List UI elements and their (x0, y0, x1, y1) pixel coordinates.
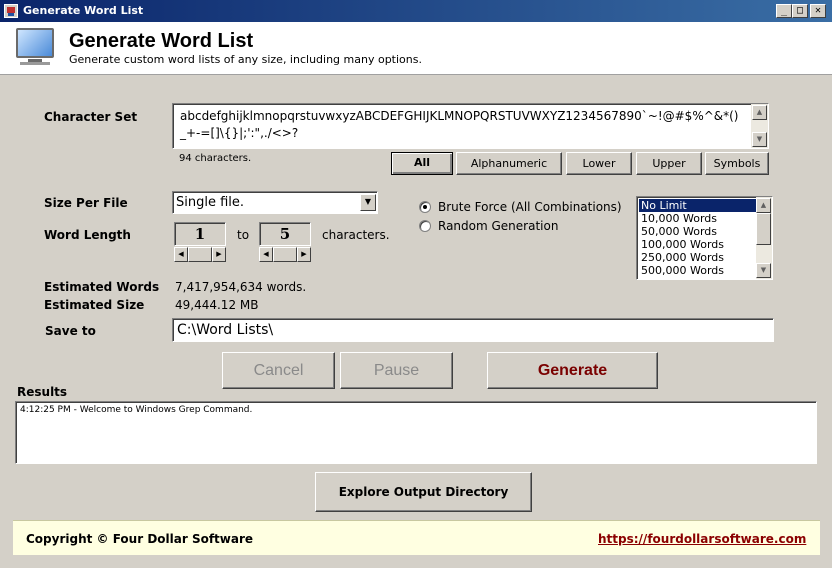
window-title: Generate Word List (23, 4, 144, 17)
word-length-min[interactable]: 1 (174, 222, 226, 246)
generate-button[interactable]: Generate (487, 352, 658, 389)
random-generation-radio[interactable] (419, 220, 431, 232)
brute-force-radio[interactable] (419, 201, 431, 213)
word-length-label: Word Length (44, 228, 131, 242)
close-button[interactable]: ✕ (810, 4, 826, 18)
results-log-line: 4:12:25 PM - Welcome to Windows Grep Com… (20, 405, 253, 415)
cancel-button[interactable]: Cancel (222, 352, 335, 389)
list-item[interactable]: 500,000 Words (639, 264, 757, 277)
scroll-down-arrow-icon[interactable]: ▼ (756, 263, 771, 278)
scroll-up-arrow-icon[interactable]: ▲ (752, 105, 767, 120)
charset-all-button[interactable]: All (391, 152, 453, 175)
footer-bar: Copyright © Four Dollar Software https:/… (13, 520, 820, 555)
charset-count: 94 characters. (179, 153, 252, 164)
word-length-max[interactable]: 5 (259, 222, 311, 246)
header-panel: Generate Word List Generate custom word … (0, 22, 832, 75)
min-scroll-thumb[interactable] (188, 247, 212, 262)
min-decrease-arrow-icon[interactable]: ◀ (174, 247, 188, 262)
list-item[interactable]: No Limit (639, 199, 757, 212)
scroll-down-arrow-icon[interactable]: ▼ (752, 132, 767, 147)
max-scroll-thumb[interactable] (273, 247, 297, 262)
save-to-input[interactable]: C:\Word Lists\ (172, 318, 774, 342)
charset-upper-button[interactable]: Upper (636, 152, 702, 175)
scroll-up-arrow-icon[interactable]: ▲ (756, 198, 771, 213)
minimize-button[interactable]: _ (776, 4, 792, 18)
max-increase-arrow-icon[interactable]: ▶ (297, 247, 311, 262)
charset-label: Character Set (44, 110, 138, 124)
website-link[interactable]: https://fourdollarsoftware.com (598, 532, 806, 546)
results-log[interactable]: 4:12:25 PM - Welcome to Windows Grep Com… (15, 401, 817, 464)
results-label: Results (17, 385, 68, 399)
list-item[interactable]: 10,000 Words (639, 212, 757, 225)
monitor-icon (16, 28, 54, 58)
estimated-size-value: 49,444.12 MB (175, 298, 259, 312)
charset-symbols-button[interactable]: Symbols (705, 152, 769, 175)
app-icon (4, 4, 18, 18)
brute-force-label[interactable]: Brute Force (All Combinations) (438, 200, 622, 214)
chevron-down-icon[interactable]: ▼ (360, 194, 376, 211)
maximize-button[interactable]: □ (792, 4, 808, 18)
max-decrease-arrow-icon[interactable]: ◀ (259, 247, 273, 262)
charset-lower-button[interactable]: Lower (566, 152, 632, 175)
limit-list-scroll-thumb[interactable] (756, 213, 771, 245)
save-to-label: Save to (45, 324, 96, 338)
estimated-words-value: 7,417,954,634 words. (175, 280, 307, 294)
list-item[interactable]: 50,000 Words (639, 225, 757, 238)
word-length-suffix: characters. (322, 228, 390, 242)
title-bar[interactable]: Generate Word List _ □ ✕ (0, 0, 832, 22)
save-to-value: C:\Word Lists\ (177, 322, 274, 338)
size-per-file-select[interactable]: Single file. ▼ (172, 191, 378, 214)
copyright-text: Copyright © Four Dollar Software (26, 532, 254, 546)
size-per-file-value: Single file. (176, 195, 245, 210)
list-item[interactable]: 250,000 Words (639, 251, 757, 264)
charset-input[interactable]: abcdefghijklmnopqrstuvwxyzABCDEFGHIJKLMN… (172, 103, 769, 149)
charset-scrollbar[interactable]: ▲ ▼ (751, 104, 768, 148)
charset-value: abcdefghijklmnopqrstuvwxyzABCDEFGHIJKLMN… (180, 109, 739, 140)
word-length-to-text: to (237, 228, 250, 242)
list-item[interactable]: 100,000 Words (639, 238, 757, 251)
estimated-words-label: Estimated Words (44, 280, 160, 294)
monitor-base (20, 62, 50, 65)
pause-button[interactable]: Pause (340, 352, 453, 389)
random-generation-label[interactable]: Random Generation (438, 219, 558, 233)
header-subtitle: Generate custom word lists of any size, … (69, 53, 422, 66)
limit-list-scrollbar[interactable]: ▲ ▼ (756, 197, 772, 279)
charset-alphanumeric-button[interactable]: Alphanumeric (456, 152, 562, 175)
word-limit-list[interactable]: No Limit 10,000 Words 50,000 Words 100,0… (636, 196, 773, 280)
header-title: Generate Word List (69, 30, 254, 52)
estimated-size-label: Estimated Size (44, 298, 145, 312)
size-per-file-label: Size Per File (44, 196, 128, 210)
min-increase-arrow-icon[interactable]: ▶ (212, 247, 226, 262)
explore-output-directory-button[interactable]: Explore Output Directory (315, 472, 532, 512)
